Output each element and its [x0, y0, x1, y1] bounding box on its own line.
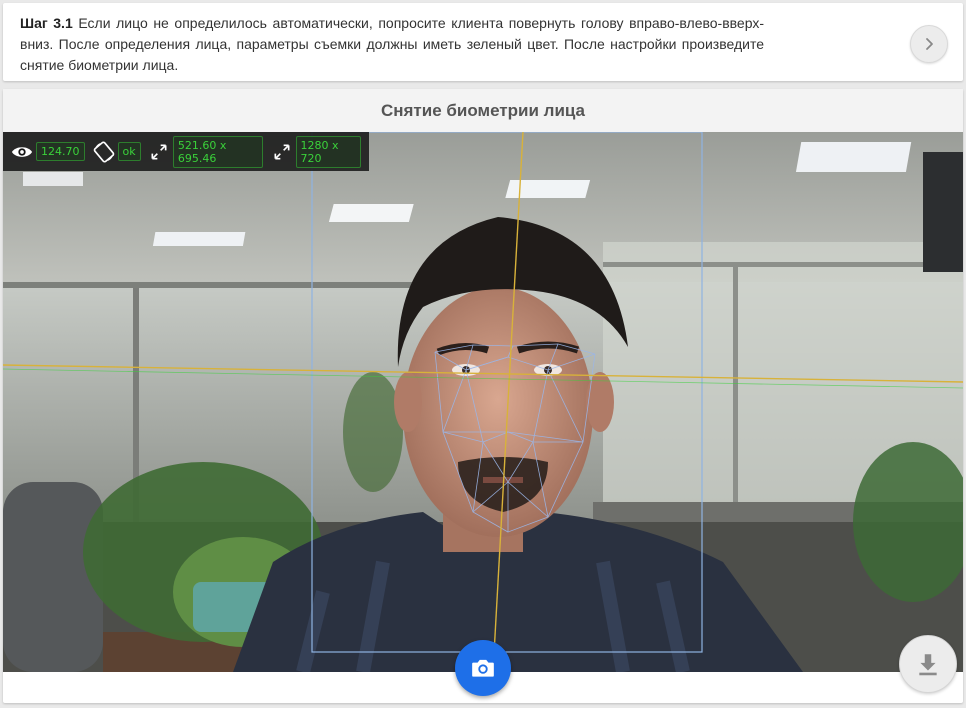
- camera-scene: [3, 132, 963, 672]
- instruction-text: Шаг 3.1 Если лицо не определилось автома…: [20, 13, 764, 76]
- capture-photo-button[interactable]: [455, 640, 511, 696]
- camera-icon: [472, 659, 494, 677]
- instruction-body: Если лицо не определилось автоматически,…: [20, 15, 765, 73]
- screen-rotation-icon: [93, 140, 115, 164]
- camera-video-feed: 124.70 ok 521.60 x 695.46 1280 x 720: [3, 132, 963, 672]
- eye-icon: [11, 140, 33, 164]
- frame-size-value: 1280 x 720: [295, 135, 361, 168]
- fullscreen-icon: [271, 140, 292, 164]
- next-step-button[interactable]: [910, 25, 948, 63]
- download-button[interactable]: [899, 635, 957, 693]
- capture-title: Снятие биометрии лица: [3, 89, 963, 132]
- expand-icon: [149, 140, 170, 164]
- step-label: Шаг 3.1: [20, 15, 73, 31]
- chevron-right-icon: [926, 38, 933, 50]
- face-capture-card: Снятие биометрии лица 124.70 ok 521.60 x…: [3, 89, 963, 703]
- rotation-status: ok: [117, 142, 141, 161]
- face-size-value: 521.60 x 695.46: [172, 135, 264, 168]
- download-icon: [919, 654, 937, 676]
- capture-stats-bar: 124.70 ok 521.60 x 695.46 1280 x 720: [3, 132, 369, 171]
- instruction-card: Шаг 3.1 Если лицо не определилось автома…: [3, 3, 963, 81]
- visibility-value: 124.70: [36, 142, 85, 161]
